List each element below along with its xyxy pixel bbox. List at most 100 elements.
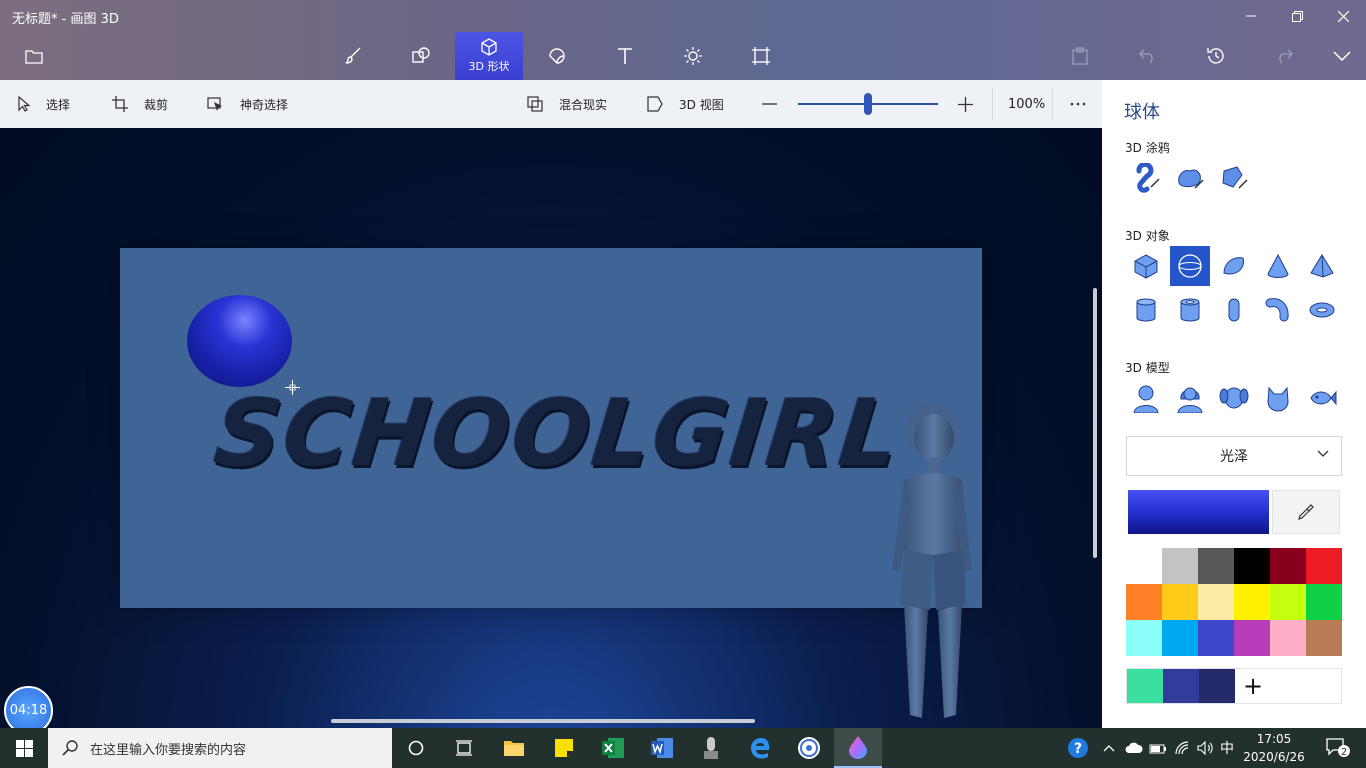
- menu-button[interactable]: [16, 38, 52, 74]
- custom-color-swatch[interactable]: [1199, 669, 1235, 703]
- zoom-out-button[interactable]: [762, 80, 777, 128]
- taskbar-word[interactable]: [638, 728, 686, 768]
- taskbar-voice-recorder[interactable]: [687, 728, 735, 768]
- doodle-sharp-button[interactable]: [1214, 158, 1254, 198]
- paste-button[interactable]: [1062, 38, 1098, 74]
- history-button[interactable]: [1198, 38, 1234, 74]
- expand-toolbar-button[interactable]: [1324, 38, 1360, 74]
- hemisphere-object-button[interactable]: [1214, 246, 1254, 286]
- color-swatch[interactable]: [1270, 620, 1306, 656]
- start-button[interactable]: [0, 728, 48, 768]
- man-model-button[interactable]: [1126, 378, 1166, 418]
- color-swatch[interactable]: [1126, 620, 1162, 656]
- color-swatch[interactable]: [1234, 548, 1270, 584]
- color-swatch[interactable]: [1234, 584, 1270, 620]
- color-swatch[interactable]: [1162, 584, 1198, 620]
- 3d-sphere-object[interactable]: [187, 295, 292, 387]
- zoom-in-button[interactable]: [958, 80, 973, 128]
- view-3d-label: 3D 视图: [679, 97, 724, 112]
- color-swatch[interactable]: [1162, 620, 1198, 656]
- crop-button[interactable]: 裁剪: [112, 80, 168, 128]
- tool-effects[interactable]: [659, 32, 727, 80]
- tool-brushes[interactable]: [319, 32, 387, 80]
- undo-button[interactable]: [1130, 38, 1166, 74]
- color-swatch[interactable]: [1270, 548, 1306, 584]
- cone-object-button[interactable]: [1258, 246, 1298, 286]
- tool-3d-shapes[interactable]: 3D 形状: [455, 32, 523, 80]
- tool-2d-shapes[interactable]: [387, 32, 455, 80]
- color-swatch[interactable]: [1198, 620, 1234, 656]
- color-swatch[interactable]: [1234, 620, 1270, 656]
- close-button[interactable]: [1320, 0, 1366, 32]
- zoom-slider-thumb[interactable]: [864, 93, 872, 115]
- zoom-slider[interactable]: [798, 80, 938, 128]
- fish-model-button[interactable]: [1302, 378, 1342, 418]
- restore-button[interactable]: [1274, 0, 1320, 32]
- mixed-reality-button[interactable]: 混合现实: [527, 80, 607, 128]
- taskbar-search-box[interactable]: 在这里输入你要搜索的内容: [48, 728, 392, 768]
- color-swatch[interactable]: [1162, 548, 1198, 584]
- dog-model-button[interactable]: [1214, 378, 1254, 418]
- tool-stickers[interactable]: [523, 32, 591, 80]
- color-swatch[interactable]: [1306, 620, 1342, 656]
- torus-object-button[interactable]: [1302, 290, 1342, 330]
- crosshair-cursor-icon: [285, 380, 300, 395]
- taskbar-excel[interactable]: [589, 728, 637, 768]
- redo-button[interactable]: [1266, 38, 1302, 74]
- taskbar-sticky-notes[interactable]: [540, 728, 588, 768]
- color-swatch[interactable]: [1198, 584, 1234, 620]
- minimize-button[interactable]: [1228, 0, 1274, 32]
- color-swatch[interactable]: [1306, 584, 1342, 620]
- color-swatch[interactable]: [1270, 584, 1306, 620]
- woman-model-button[interactable]: [1170, 378, 1210, 418]
- horizontal-scrollbar[interactable]: [331, 719, 755, 723]
- custom-color-swatch[interactable]: [1163, 669, 1199, 703]
- 3d-text-object[interactable]: SCHOOLGIRL: [209, 380, 906, 490]
- current-color-swatch[interactable]: [1128, 490, 1269, 534]
- tool-canvas[interactable]: [727, 32, 795, 80]
- sphere-object-button[interactable]: [1170, 246, 1210, 286]
- cortana-button[interactable]: [392, 728, 440, 768]
- taskbar-paint-3d[interactable]: [834, 728, 882, 768]
- taskbar-edge[interactable]: [736, 728, 784, 768]
- volume-button[interactable]: [1196, 728, 1216, 768]
- material-dropdown[interactable]: 光泽: [1126, 436, 1342, 476]
- show-hidden-icons-button[interactable]: [1100, 728, 1118, 768]
- zoom-percentage[interactable]: 100%: [1008, 80, 1045, 128]
- doodle-tube-button[interactable]: [1126, 158, 1166, 198]
- taskbar-app[interactable]: [785, 728, 833, 768]
- taskbar-file-explorer[interactable]: [490, 728, 538, 768]
- color-swatch[interactable]: [1126, 548, 1162, 584]
- doodle-soft-button[interactable]: [1170, 158, 1210, 198]
- objects-heading: 3D 对象: [1125, 229, 1170, 243]
- task-view-button[interactable]: [440, 728, 488, 768]
- color-swatch[interactable]: [1198, 548, 1234, 584]
- pyramid-object-button[interactable]: [1302, 246, 1342, 286]
- 3d-woman-model[interactable]: [880, 400, 980, 728]
- custom-color-swatch[interactable]: [1127, 669, 1163, 703]
- vertical-scrollbar[interactable]: [1093, 288, 1097, 558]
- doodle-sharp-icon: [1222, 166, 1248, 189]
- magic-select-button[interactable]: 神奇选择: [207, 80, 288, 128]
- capsule-object-button[interactable]: [1214, 290, 1254, 330]
- color-swatch[interactable]: [1126, 584, 1162, 620]
- tube-object-button[interactable]: [1170, 290, 1210, 330]
- cat-model-button[interactable]: [1258, 378, 1298, 418]
- models-heading: 3D 模型: [1125, 361, 1170, 375]
- cylinder-object-button[interactable]: [1126, 290, 1166, 330]
- taskbar-clock[interactable]: 17:05 2020/6/26: [1234, 730, 1314, 766]
- tool-text[interactable]: [591, 32, 659, 80]
- curved-tube-object-button[interactable]: [1258, 290, 1298, 330]
- cube-object-button[interactable]: [1126, 246, 1166, 286]
- more-options-button[interactable]: [1070, 80, 1086, 128]
- select-button[interactable]: 选择: [18, 80, 70, 128]
- battery-button[interactable]: [1148, 728, 1168, 768]
- view-3d-button[interactable]: 3D 视图: [647, 80, 724, 128]
- help-icon-button[interactable]: ?: [1066, 728, 1090, 768]
- onedrive-button[interactable]: [1124, 728, 1144, 768]
- eyedropper-button[interactable]: [1272, 490, 1340, 534]
- network-button[interactable]: [1174, 728, 1194, 768]
- add-color-button[interactable]: +: [1235, 669, 1271, 703]
- color-swatch[interactable]: [1306, 548, 1342, 584]
- action-center-button[interactable]: 2: [1318, 728, 1358, 768]
